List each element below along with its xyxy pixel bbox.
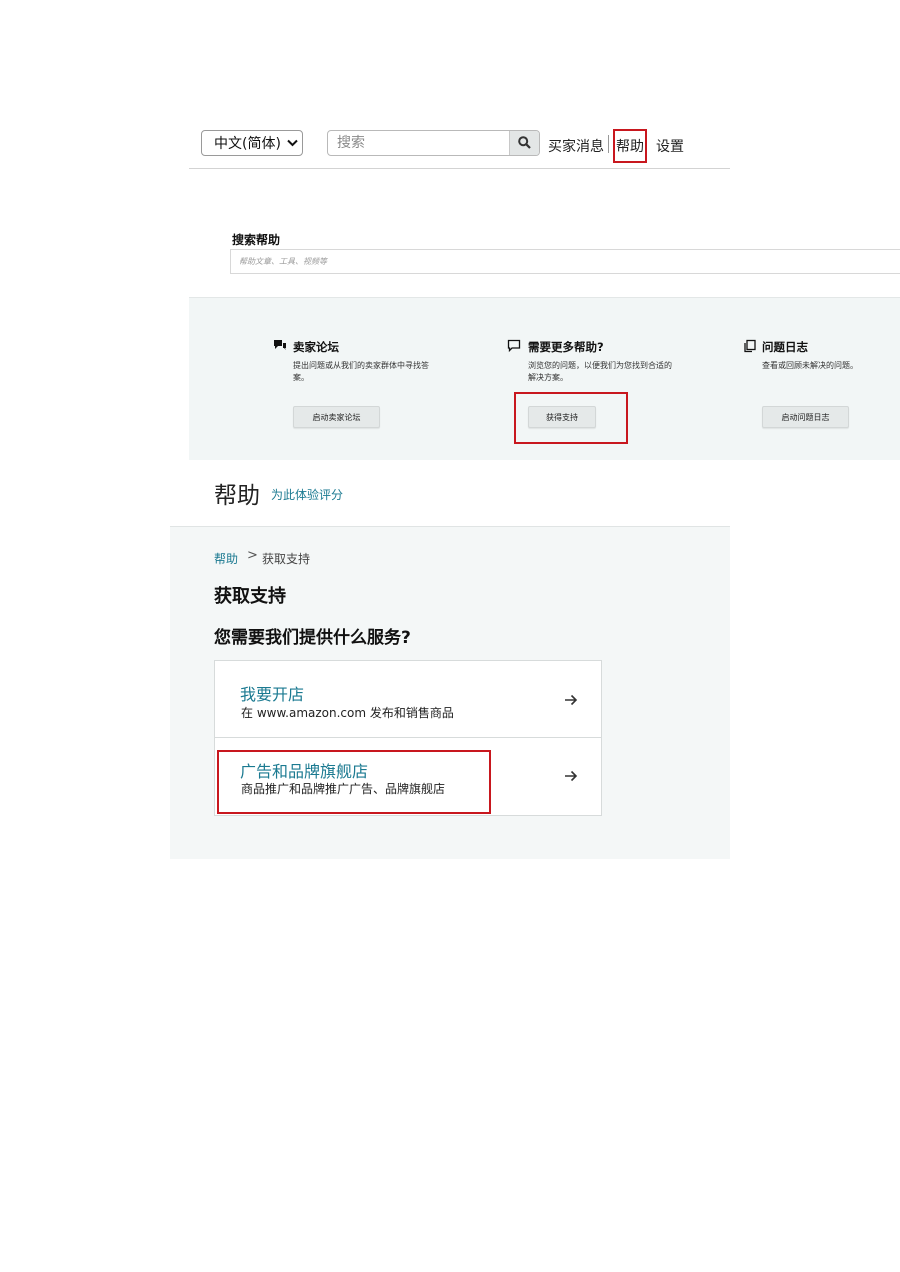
nav-settings[interactable]: 设置 bbox=[656, 136, 684, 156]
language-select-value: 中文(简体) bbox=[214, 136, 281, 152]
speech-bubble-icon bbox=[507, 338, 521, 353]
breadcrumb-separator: > bbox=[247, 548, 258, 563]
page-title: 获取支持 bbox=[214, 586, 286, 607]
breadcrumb-current: 获取支持 bbox=[262, 552, 311, 566]
search-icon bbox=[518, 134, 531, 153]
option-title: 我要开店 bbox=[240, 685, 305, 704]
rate-experience-link[interactable]: 为此体验评分 bbox=[271, 486, 343, 503]
search-help-title: 搜索帮助 bbox=[232, 233, 281, 247]
copy-icon bbox=[743, 338, 757, 353]
arrow-right-icon bbox=[563, 692, 579, 708]
card-case-log-description: 查看或回顾未解决的问题。 bbox=[762, 361, 858, 370]
card-case-log-title: 问题日志 bbox=[762, 340, 808, 354]
launch-seller-forum-button[interactable]: 启动卖家论坛 bbox=[293, 406, 380, 428]
help-heading: 帮助 bbox=[214, 483, 260, 509]
search-button[interactable] bbox=[509, 131, 539, 155]
forum-icon bbox=[273, 337, 287, 351]
card-seller-forum-description: 提出问题或从我们的卖家群体中寻找答案。 bbox=[293, 361, 429, 382]
language-select[interactable]: 中文(简体) bbox=[201, 130, 303, 156]
option-description: 在 www.amazon.com 发布和销售商品 bbox=[241, 706, 454, 720]
arrow-right-icon bbox=[563, 768, 579, 784]
option-open-store[interactable]: 我要开店 在 www.amazon.com 发布和销售商品 bbox=[215, 661, 601, 738]
highlight-box bbox=[514, 392, 628, 444]
service-question: 您需要我们提供什么服务? bbox=[214, 628, 411, 648]
highlight-box bbox=[217, 750, 491, 814]
card-seller-forum-title: 卖家论坛 bbox=[293, 340, 339, 354]
nav-buyer-messages[interactable]: 买家消息 bbox=[548, 136, 604, 156]
launch-case-log-button[interactable]: 启动问题日志 bbox=[762, 406, 849, 428]
card-more-help-title: 需要更多帮助? bbox=[528, 340, 604, 354]
nav-divider-line bbox=[189, 168, 730, 169]
chevron-down-icon bbox=[287, 137, 298, 150]
top-search-input[interactable] bbox=[328, 131, 511, 155]
card-more-help-description: 浏览您的问题，以便我们为您找到合适的解决方案。 bbox=[528, 361, 672, 382]
breadcrumb-help-link[interactable]: 帮助 bbox=[214, 550, 238, 567]
top-search bbox=[327, 130, 540, 156]
nav-divider bbox=[608, 135, 609, 153]
highlight-box bbox=[613, 129, 647, 163]
search-help-placeholder: 帮助文章、工具、视频等 bbox=[239, 257, 327, 266]
search-help-input[interactable]: 帮助文章、工具、视频等 bbox=[230, 249, 900, 274]
